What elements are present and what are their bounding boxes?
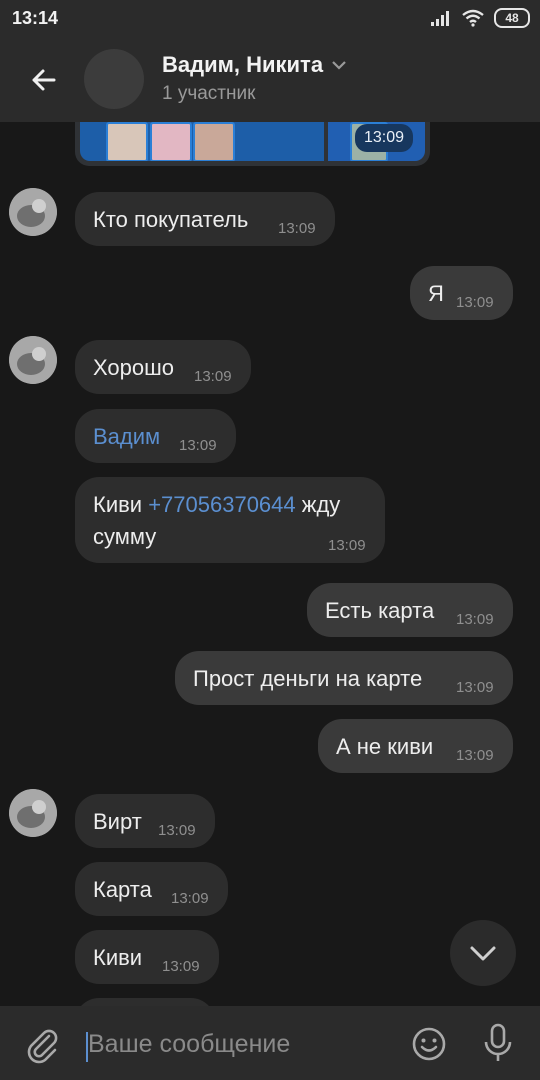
wifi-icon bbox=[462, 9, 484, 27]
message-input[interactable]: Ваше сообщение bbox=[88, 1030, 290, 1059]
back-arrow-icon[interactable] bbox=[24, 60, 64, 100]
signal-icon bbox=[431, 11, 449, 26]
message-bubble[interactable]: Есть карта 13:09 bbox=[307, 583, 513, 637]
paperclip-icon[interactable] bbox=[22, 1024, 62, 1064]
message-time: 13:09 bbox=[456, 747, 494, 764]
message-text: А не киви bbox=[336, 734, 434, 759]
message-list[interactable]: 13:09 Кто покупатель 13:09 Я 13:09 Хорош… bbox=[0, 122, 540, 1006]
photo-card bbox=[106, 122, 148, 161]
photo-thumbnail[interactable]: 13:09 bbox=[328, 122, 425, 161]
message-bubble[interactable]: Я 13:09 bbox=[410, 266, 513, 320]
message-bubble[interactable]: Киви 13:09 bbox=[75, 930, 219, 984]
message-time: 13:09 bbox=[328, 537, 366, 554]
message-text: Хорошо bbox=[93, 355, 175, 380]
scroll-to-bottom-button[interactable] bbox=[450, 920, 516, 986]
photo-message[interactable]: 13:09 bbox=[75, 122, 430, 166]
chevron-down-icon bbox=[332, 61, 346, 70]
message-time: 13:09 bbox=[456, 611, 494, 628]
battery-level: 48 bbox=[505, 11, 519, 25]
message-bubble[interactable]: Вирт 13:09 bbox=[75, 794, 215, 848]
message-text: Есть карта bbox=[325, 598, 435, 623]
chat-title-row[interactable]: Вадим, Никита bbox=[162, 52, 347, 78]
message-text-line2: сумму bbox=[93, 524, 157, 549]
message-bubble[interactable]: Киви +77056370644 жду сумму 13:09 bbox=[75, 477, 385, 563]
chevron-down-icon bbox=[470, 946, 496, 961]
avatar-image bbox=[9, 789, 57, 837]
message-bubble[interactable]: Вадим 13:09 bbox=[75, 409, 236, 463]
chat-subtitle: 1 участник bbox=[162, 83, 256, 104]
message-text: Кто покупатель bbox=[93, 207, 249, 232]
message-text-part: жду bbox=[295, 492, 341, 517]
microphone-icon[interactable] bbox=[480, 1022, 516, 1064]
message-text: Вирт bbox=[93, 809, 142, 834]
message-bubble-partial[interactable] bbox=[75, 998, 215, 1006]
sender-avatar[interactable] bbox=[9, 188, 57, 236]
message-text: Киви bbox=[93, 945, 143, 970]
message-bubble[interactable]: А не киви 13:09 bbox=[318, 719, 513, 773]
message-bubble[interactable]: Карта 13:09 bbox=[75, 862, 228, 916]
emoji-icon[interactable] bbox=[410, 1025, 448, 1063]
message-bubble[interactable]: Прост деньги на карте 13:09 bbox=[175, 651, 513, 705]
message-composer: Ваше сообщение bbox=[0, 1006, 540, 1080]
message-time: 13:09 bbox=[456, 294, 494, 311]
status-bar: 13:14 48 bbox=[0, 0, 540, 38]
photo-thumbnail[interactable] bbox=[80, 122, 324, 161]
message-time: 13:09 bbox=[171, 890, 209, 907]
photo-card bbox=[193, 122, 235, 161]
status-time: 13:14 bbox=[12, 8, 59, 28]
chat-title: Вадим, Никита bbox=[162, 52, 324, 77]
photo-card bbox=[150, 122, 192, 161]
photo-time: 13:09 bbox=[354, 124, 413, 152]
message-text: Карта bbox=[93, 877, 152, 902]
avatar-image bbox=[9, 188, 57, 236]
chat-avatar[interactable] bbox=[84, 49, 144, 109]
message-time: 13:09 bbox=[456, 679, 494, 696]
chat-header: Вадим, Никита 1 участник bbox=[0, 38, 540, 122]
message-bubble[interactable]: Кто покупатель 13:09 bbox=[75, 192, 335, 246]
message-time: 13:09 bbox=[158, 822, 196, 839]
message-text: Киви +77056370644 жду bbox=[93, 492, 340, 518]
message-time: 13:09 bbox=[162, 958, 200, 975]
message-time: 13:09 bbox=[179, 437, 217, 454]
message-bubble[interactable]: Хорошо 13:09 bbox=[75, 340, 251, 394]
battery-icon: 48 bbox=[494, 8, 530, 28]
status-icons: 48 bbox=[430, 8, 530, 28]
sender-avatar[interactable] bbox=[9, 336, 57, 384]
message-time: 13:09 bbox=[278, 220, 316, 237]
mention-link[interactable]: Вадим bbox=[93, 424, 160, 450]
message-text-part: Киви bbox=[93, 492, 149, 517]
message-time: 13:09 bbox=[194, 368, 232, 385]
message-text: Я bbox=[428, 281, 444, 306]
sender-avatar[interactable] bbox=[9, 789, 57, 837]
message-text: Прост деньги на карте bbox=[193, 666, 423, 691]
phone-link[interactable]: +77056370644 bbox=[148, 492, 295, 517]
avatar-image bbox=[9, 336, 57, 384]
